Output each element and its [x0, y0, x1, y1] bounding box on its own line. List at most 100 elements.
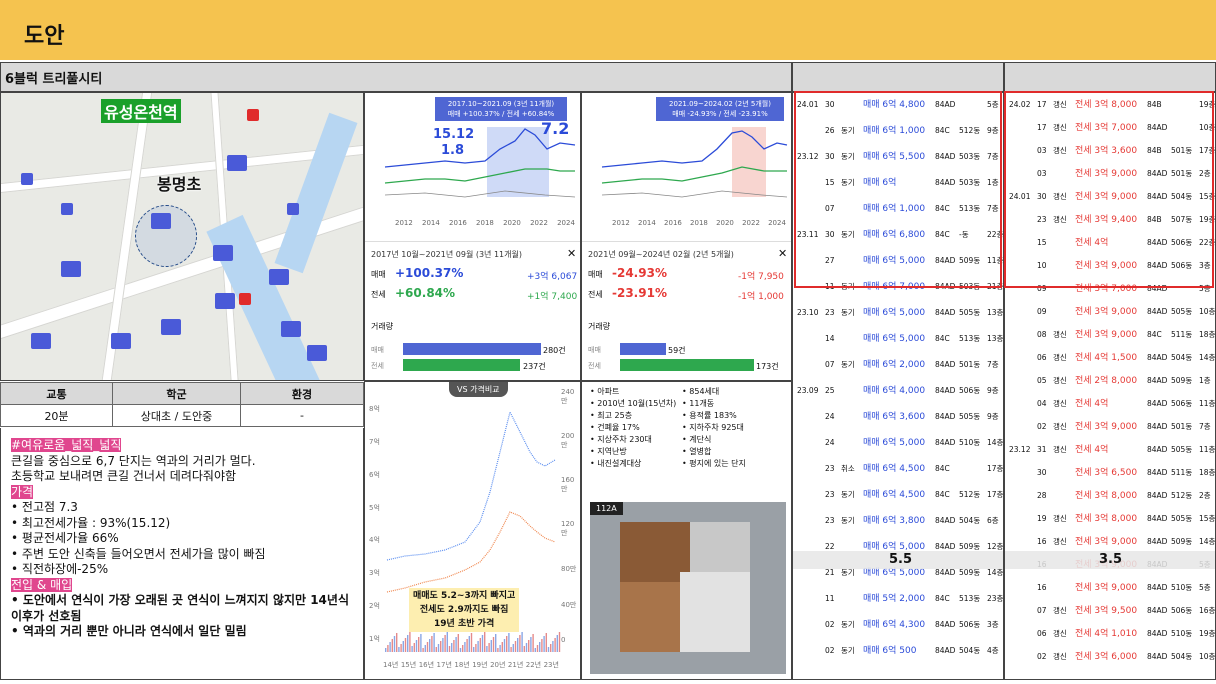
transaction-cell: 504동 [959, 646, 981, 655]
transaction-cell: 84AD [935, 646, 956, 655]
complex-info-item: • 11개동 [682, 399, 715, 408]
complex-info-item: • 계단식 [682, 435, 712, 444]
transaction-cell: 갱신 [1053, 652, 1067, 661]
complex-info-left: • 아파트 • 2010년 10월(15년차) • 최고 25층 • 건폐율 17% •… [590, 386, 676, 470]
chart1-overlay-a: 15.12 [433, 127, 475, 142]
map-panel[interactable]: 유성온천역 봉명초 [0, 92, 364, 381]
transaction-cell: 취소 [841, 464, 855, 473]
transaction-cell: 84AD [1147, 468, 1168, 477]
transaction-cell: 84AD [935, 360, 956, 369]
complex-pin[interactable] [151, 213, 171, 229]
section-title-blank-2 [1004, 62, 1216, 92]
transaction-cell: 14층 [1199, 537, 1216, 546]
complex-pin[interactable] [61, 203, 73, 215]
chart2-x-axis: 2012 2014 2016 2018 2020 2022 2024 [612, 219, 786, 227]
complex-pin[interactable] [61, 261, 81, 277]
chart2-vol-sale-label: 매매 [588, 346, 601, 354]
volume-bar [534, 648, 536, 652]
complex-pin[interactable] [227, 155, 247, 171]
price-caption-2: 전세도 2.9까지도 빠짐 [419, 605, 509, 615]
complex-pin[interactable] [247, 109, 259, 121]
transaction-cell: 매매 6억 5,000 [863, 334, 926, 344]
trend-chart-panel-2[interactable]: 2021.09~2024.02 (2년 5개월) 매매 -24.93% / 전세… [581, 92, 792, 381]
note-bullet: • 평균전세가율 66% [11, 531, 119, 545]
chart2-highlight [732, 127, 766, 197]
chart2-year-label: 2014 [638, 219, 656, 227]
transaction-cell: 1층 [1199, 376, 1211, 385]
volume-bar [554, 638, 556, 652]
transaction-cell: 갱신 [1053, 376, 1067, 385]
volume-bar [429, 639, 431, 652]
complex-pin[interactable] [281, 321, 301, 337]
transaction-cell: 84AD [935, 412, 956, 421]
volume-bar [411, 646, 413, 652]
complex-pin[interactable] [269, 269, 289, 285]
transaction-cell: 14 [825, 334, 835, 343]
transaction-cell: 매매 6억 2,000 [863, 360, 926, 370]
complex-pin[interactable] [161, 319, 181, 335]
chart2-volume-title: 거래량 [588, 322, 611, 331]
volume-bar [453, 640, 455, 652]
chart2-jeonse-amt: -1억 1,000 [738, 292, 784, 302]
price-compare-panel[interactable]: VS 가격비교 8억 7억 6억 5억 4억 3억 2억 1억 240만 200만 160만 120… [364, 381, 581, 680]
complex-pin[interactable] [111, 333, 131, 349]
transaction-cell: 갱신 [1053, 422, 1067, 431]
transaction-cell: 13층 [987, 334, 1004, 343]
volume-bar [391, 639, 393, 652]
transaction-cell: 513동 [959, 334, 981, 343]
transaction-cell: 17층 [987, 464, 1004, 473]
transaction-cell: 매매 6억 4,500 [863, 490, 926, 500]
info-header: 환경 [240, 382, 364, 405]
complex-pin[interactable] [215, 293, 235, 309]
chart2-svg [601, 127, 788, 198]
transaction-cell: 전세 4억 [1075, 445, 1109, 455]
chart1-volume-title: 거래량 [371, 322, 394, 331]
complex-info-panel: • 아파트 • 2010년 10월(15년차) • 최고 25층 • 건폐율 17% •… [581, 381, 792, 680]
transaction-cell: 매매 6억 4,300 [863, 620, 926, 630]
transaction-cell: 84C [935, 594, 950, 603]
chart1-jeonse-pct: +60.84% [395, 286, 456, 300]
transaction-cell: 84AD [1147, 399, 1168, 408]
station-label[interactable]: 유성온천역 [101, 99, 181, 123]
chart2-year-label: 2024 [768, 219, 786, 227]
close-icon[interactable]: ✕ [778, 247, 787, 260]
divider [365, 241, 580, 242]
volume-bar [543, 636, 545, 652]
volume-bar [550, 644, 552, 652]
chart1-year-label: 2016 [449, 219, 467, 227]
transaction-cell: 28 [1037, 491, 1047, 500]
complex-pin[interactable] [239, 293, 251, 305]
price-caption: 매매도 5.2~3까지 빠지고 전세도 2.9까지도 빠짐 19년 초반 가격 [409, 588, 520, 632]
trend-chart-panel-1[interactable]: 2017.10~2021.09 (3년 11개월) 매매 +100.37% / … [364, 92, 581, 381]
transaction-cell: 전세 3억 9,500 [1075, 606, 1138, 616]
complex-pin[interactable] [307, 345, 327, 361]
complex-pin[interactable] [213, 245, 233, 261]
chart2-jeonse-label: 전세 [588, 290, 603, 299]
transaction-cell: 30 [1037, 468, 1047, 477]
price-volume-bars [385, 632, 561, 652]
transaction-cell: 5층 [1199, 583, 1211, 592]
complex-pin[interactable] [287, 203, 299, 215]
transaction-cell: 84AD [1147, 491, 1168, 500]
price-x-label: 21년 [507, 661, 524, 669]
complex-pin[interactable] [31, 333, 51, 349]
volume-bar [415, 640, 418, 652]
school-label[interactable]: 봉명초 [157, 171, 201, 195]
volume-bar [530, 637, 532, 652]
transaction-cell: 16층 [1199, 606, 1216, 615]
volume-bar [506, 636, 508, 652]
complex-pin[interactable] [21, 173, 33, 185]
chart1-vol-sale-bar [403, 343, 541, 355]
volume-bar [433, 633, 435, 652]
complex-info-item: • 854세대 [682, 387, 720, 396]
tag-spacious: #여유로움_넓직_넓직 [11, 438, 122, 452]
transaction-cell: 23층 [987, 594, 1004, 603]
close-icon[interactable]: ✕ [567, 247, 576, 260]
note-bullet: • 전고점 7.3 [11, 500, 78, 514]
transaction-cell: 매매 6억 4,500 [863, 464, 926, 474]
transaction-cell: 06 [1037, 629, 1047, 638]
transaction-cell: 전세 2억 8,000 [1075, 376, 1138, 386]
transaction-cell: 갱신 [1053, 606, 1067, 615]
volume-bar [521, 632, 523, 652]
volume-bar [437, 644, 440, 652]
